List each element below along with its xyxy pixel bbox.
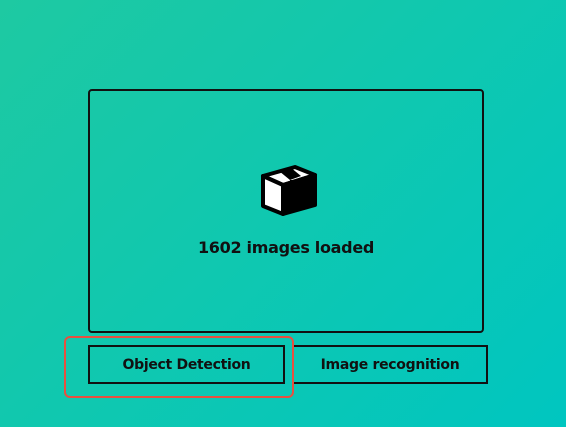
package-box-icon [261, 165, 317, 216]
images-loaded-status: 1602 images loaded [197, 238, 375, 257]
image-recognition-button[interactable]: Image recognition [292, 345, 488, 384]
object-detection-button[interactable]: Object Detection [88, 345, 285, 384]
